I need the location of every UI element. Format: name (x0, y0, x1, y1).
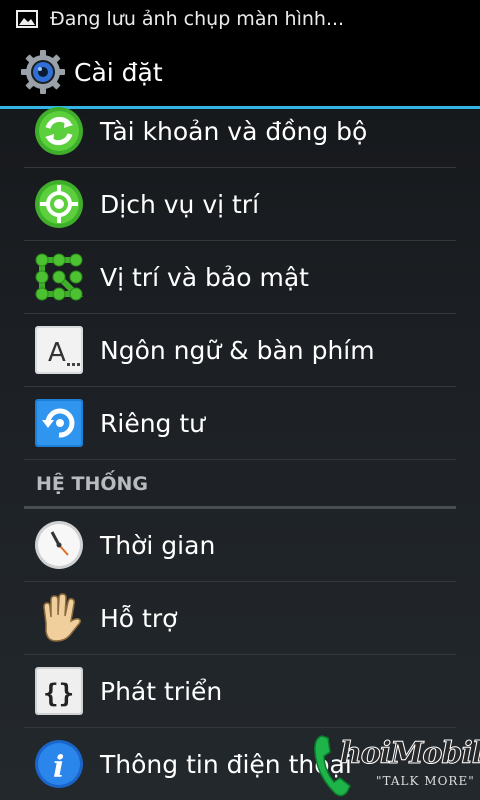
keyboard-language-icon: A (35, 326, 83, 374)
clock-icon (35, 521, 83, 569)
settings-item-label: Hỗ trợ (100, 603, 178, 633)
settings-item-location-security[interactable]: Vị trí và bảo mật (24, 241, 456, 314)
svg-text:{}: {} (43, 679, 74, 709)
settings-item-developer[interactable]: {} Phát triển (24, 655, 456, 728)
settings-item-label: Thời gian (100, 530, 216, 560)
settings-item-label: Tài khoản và đồng bộ (100, 116, 368, 146)
status-notification-text: Đang lưu ảnh chụp màn hình... (50, 8, 345, 30)
settings-item-privacy[interactable]: Riêng tư (24, 387, 456, 460)
settings-item-label: Ngôn ngữ & bàn phím (100, 335, 375, 365)
settings-item-location-services[interactable]: Dịch vụ vị trí (24, 168, 456, 241)
settings-item-support[interactable]: Hỗ trợ (24, 582, 456, 655)
status-bar: Đang lưu ảnh chụp màn hình... (0, 0, 480, 38)
section-header-label: HỆ THỐNG (36, 473, 149, 495)
settings-item-time[interactable]: Thời gian (24, 509, 456, 582)
braces-icon: {} (35, 667, 83, 715)
pattern-lock-icon (35, 253, 84, 301)
settings-item-label: Vị trí và bảo mật (100, 262, 309, 292)
svg-text:A: A (48, 338, 66, 368)
section-header-system: HỆ THỐNG (24, 468, 456, 509)
settings-item-label: Phát triển (100, 676, 223, 706)
hand-icon (43, 593, 81, 642)
watermark-brand: hoiMobile (339, 736, 480, 772)
settings-gear-icon[interactable] (20, 49, 66, 95)
settings-item-label: Riêng tư (100, 408, 206, 438)
svg-text:i: i (53, 750, 64, 785)
screenshot-image-icon (16, 10, 38, 28)
page-title: Cài đặt (74, 57, 163, 87)
info-icon: i (35, 740, 83, 788)
sync-icon (35, 107, 83, 155)
watermark-tagline: "TALK MORE" (376, 774, 475, 788)
settings-item-accounts-sync[interactable]: Tài khoản và đồng bộ (24, 95, 456, 168)
location-target-icon (35, 180, 83, 228)
backup-restore-icon (35, 399, 83, 447)
settings-item-label: Dịch vụ vị trí (100, 189, 260, 219)
settings-item-language-keyboard[interactable]: A Ngôn ngữ & bàn phím (24, 314, 456, 387)
watermark-logo: hoiMobile "TALK MORE" (312, 730, 480, 800)
